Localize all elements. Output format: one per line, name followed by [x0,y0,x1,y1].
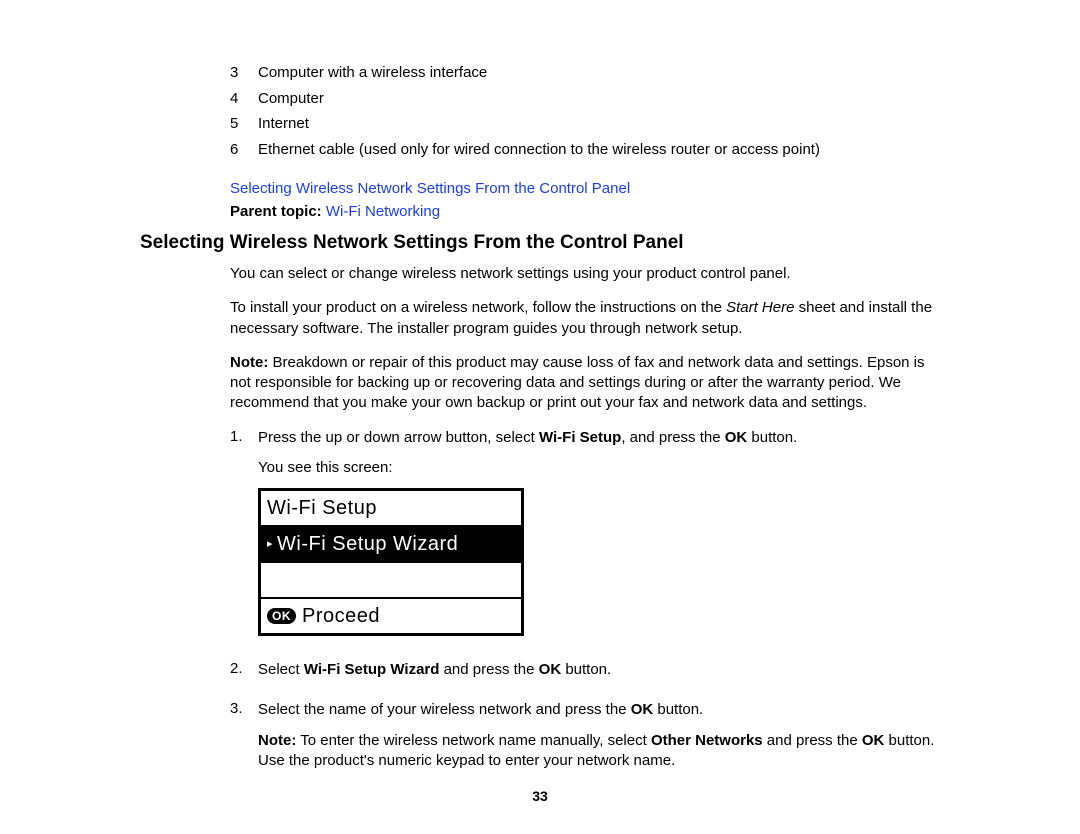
step-number: 1. [230,428,258,651]
screen-lead-text: You see this screen: [258,458,940,478]
lcd-title-row: Wi-Fi Setup [261,491,521,527]
intro-block: You can select or change wireless networ… [230,264,940,414]
page-number: 33 [0,788,1080,804]
intro-paragraph: You can select or change wireless networ… [230,264,940,284]
step-text: Select the name of your wireless network… [258,700,940,720]
lcd-screen: Wi-Fi Setup ▸ Wi-Fi Setup Wizard OK Proc… [258,488,524,636]
topic-link[interactable]: Selecting Wireless Network Settings From… [230,180,630,197]
parent-topic-line: Parent topic: Wi-Fi Networking [230,203,940,220]
steps-list: 1. Press the up or down arrow button, se… [230,428,940,782]
section-heading: Selecting Wireless Network Settings From… [140,232,940,254]
definition-number: 5 [230,111,258,137]
definition-row: 4 Computer [230,86,940,112]
lcd-selected-row: ▸ Wi-Fi Setup Wizard [261,527,521,563]
note-label: Note: [258,732,296,749]
intro-paragraph: To install your product on a wireless ne… [230,298,940,339]
definition-text: Internet [258,111,309,137]
definition-row: 5 Internet [230,111,940,137]
step-item: 2. Select Wi-Fi Setup Wizard and press t… [230,660,940,690]
start-here-title: Start Here [726,299,794,316]
step-item: 3. Select the name of your wireless netw… [230,700,940,781]
note-label: Note: [230,354,268,371]
definition-text: Computer [258,86,324,112]
definition-number: 4 [230,86,258,112]
parent-topic-link[interactable]: Wi-Fi Networking [326,203,440,220]
note-paragraph: Note: Breakdown or repair of this produc… [230,353,940,414]
lcd-empty-row [261,563,521,599]
definition-number: 6 [230,137,258,163]
ok-icon: OK [267,608,296,624]
step-number: 3. [230,700,258,781]
definition-row: 3 Computer with a wireless interface [230,60,940,86]
pointer-icon: ▸ [267,539,273,550]
parent-topic-label: Parent topic: [230,203,322,220]
topic-link-line: Selecting Wireless Network Settings From… [230,180,940,197]
step-text: Select Wi-Fi Setup Wizard and press the … [258,660,940,680]
step-number: 2. [230,660,258,690]
definition-text: Computer with a wireless interface [258,60,487,86]
step-item: 1. Press the up or down arrow button, se… [230,428,940,651]
lcd-proceed-row: OK Proceed [261,599,521,633]
step-note: Note: To enter the wireless network name… [258,731,940,772]
definition-row: 6 Ethernet cable (used only for wired co… [230,137,940,163]
definition-list: 3 Computer with a wireless interface 4 C… [230,60,940,162]
definition-text: Ethernet cable (used only for wired conn… [258,137,820,163]
step-text: Press the up or down arrow button, selec… [258,428,940,448]
document-page: 3 Computer with a wireless interface 4 C… [0,0,1080,834]
definition-number: 3 [230,60,258,86]
